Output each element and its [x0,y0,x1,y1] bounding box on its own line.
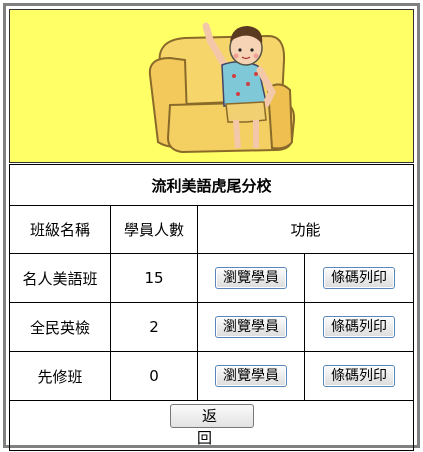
footer-row: 返 回 [9,400,414,451]
barcode-print-button[interactable]: 條碼列印 [323,365,395,387]
browse-cell: 瀏覽學員 [197,253,305,303]
student-count-cell: 0 [110,351,198,401]
barcode-print-button[interactable]: 條碼列印 [323,267,395,289]
header-row: 班級名稱 學員人數 功能 [9,205,414,254]
student-count-cell: 15 [110,253,198,303]
class-name-cell: 全民英檢 [9,302,111,352]
class-name-cell: 名人美語班 [9,253,111,303]
student-count-cell: 2 [110,302,198,352]
back-button[interactable]: 返 回 [169,404,254,447]
table-row: 先修班 0 瀏覽學員 條碼列印 [9,351,414,401]
header-student-count: 學員人數 [110,205,198,254]
header-class-name: 班級名稱 [9,205,111,254]
barcode-cell: 條碼列印 [304,302,414,352]
browse-students-button[interactable]: 瀏覽學員 [215,267,287,289]
browse-students-button[interactable]: 瀏覽學員 [215,316,287,338]
browse-students-button[interactable]: 瀏覽學員 [215,365,287,387]
boy-on-sofa-illustration [148,22,296,154]
banner [9,9,414,163]
class-table: 流利美語虎尾分校 班級名稱 學員人數 功能 名人美語班 15 瀏覽學員 條碼列印… [9,164,414,451]
footer-cell: 返 回 [9,400,414,451]
browse-cell: 瀏覽學員 [197,302,305,352]
table-row: 名人美語班 15 瀏覽學員 條碼列印 [9,253,414,303]
header-functions: 功能 [197,205,414,254]
page-frame: 流利美語虎尾分校 班級名稱 學員人數 功能 名人美語班 15 瀏覽學員 條碼列印… [3,3,420,451]
barcode-cell: 條碼列印 [304,351,414,401]
barcode-cell: 條碼列印 [304,253,414,303]
school-title: 流利美語虎尾分校 [9,164,414,206]
class-name-cell: 先修班 [9,351,111,401]
table-row: 全民英檢 2 瀏覽學員 條碼列印 [9,302,414,352]
barcode-print-button[interactable]: 條碼列印 [323,316,395,338]
browse-cell: 瀏覽學員 [197,351,305,401]
